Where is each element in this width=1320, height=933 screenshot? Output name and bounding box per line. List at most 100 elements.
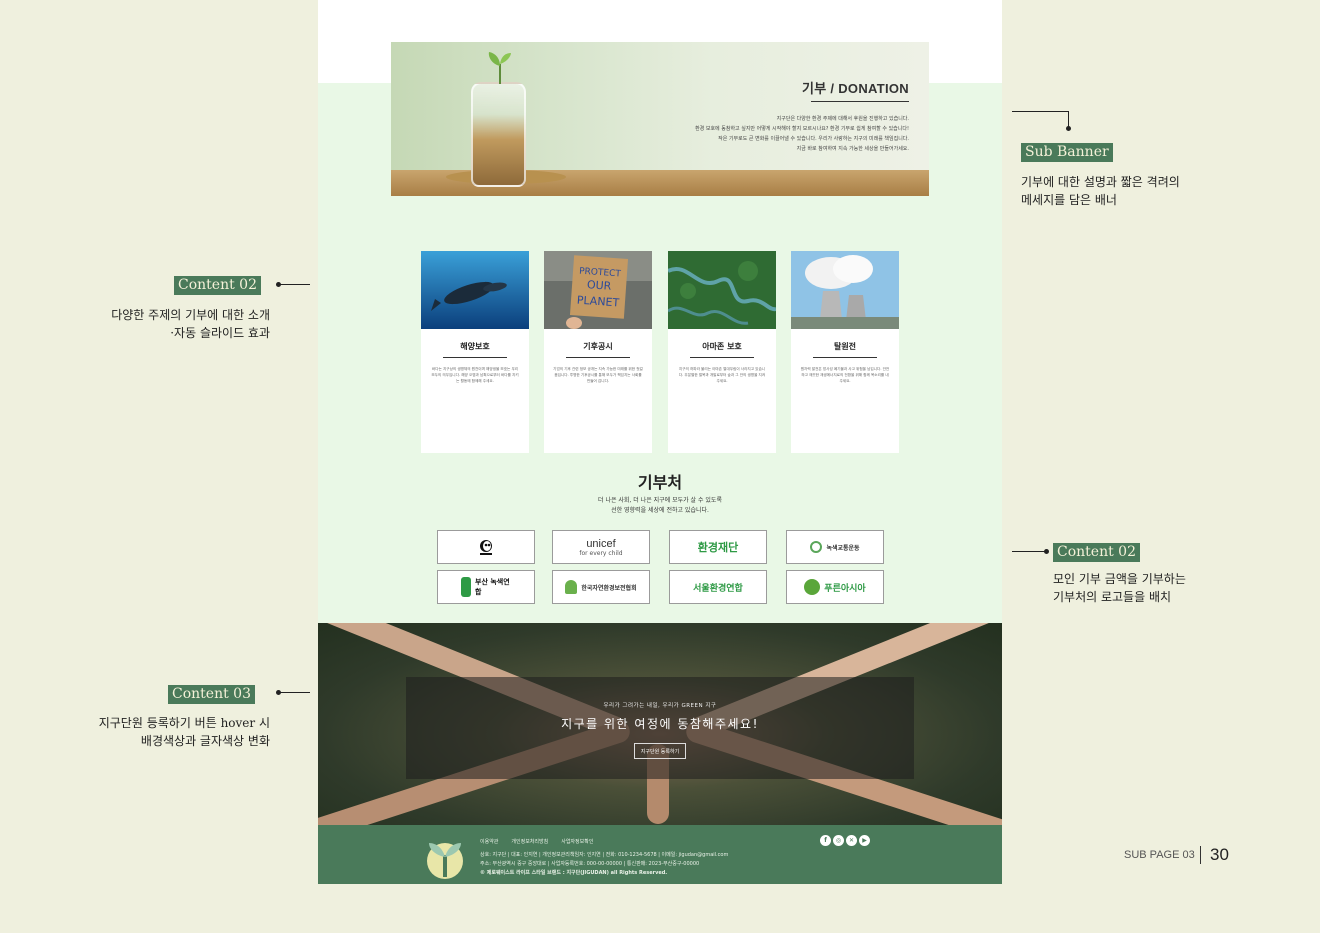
protest-sign-image: PROTECT OUR PLANET (544, 251, 652, 329)
card-text: 원자력 발전은 방사성 폐기물과 사고 위험을 남깁니다. 안전하고 깨끗한 재… (800, 367, 890, 383)
annotation-desc-line: 기부에 대한 설명과 짧은 격려의 (1021, 175, 1180, 189)
donor-logo-green-asia[interactable]: 푸른아시아 (786, 570, 884, 604)
page-number-divider (1200, 846, 1201, 864)
x-icon[interactable]: ✕ (846, 835, 857, 846)
banner-line: 지구단은 다양한 환경 주제에 대해서 후원을 진행하고 있습니다. (776, 116, 909, 122)
sub-banner: 기부 / DONATION 지구단은 다양한 환경 주제에 대해서 후원을 진행… (391, 42, 929, 196)
annotation-desc: 모인 기부 금액을 기부하는 기부처의 로고들을 배치 (1053, 570, 1283, 606)
sub-page-mockup: 기부 / DONATION 지구단은 다양한 환경 주제에 대해서 후원을 진행… (318, 0, 1002, 884)
annotation-desc-line: ·자동 슬라이드 효과 (170, 326, 270, 340)
donor-logo-knca[interactable]: 한국자연환경보전협회 (552, 570, 650, 604)
donor-logo-label: 서울환경연합 (693, 583, 743, 594)
annotation-tag: Content 02 (174, 276, 261, 295)
coin-jar-image (471, 82, 526, 187)
donation-topic-slider: 해양보호 바다는 지구상의 생명체의 원천이며 해양생물 보호는 우리 모두의 … (421, 251, 899, 453)
donor-logo-busan-green[interactable]: 부산 녹색연합 (437, 570, 535, 604)
register-member-button[interactable]: 지구단원 등록하기 (634, 743, 686, 759)
card-text: 바다는 지구상의 생명체의 원천이며 해양생물 보호는 우리 모두의 의무입니다… (431, 367, 519, 383)
donor-logo-sublabel: for every child (579, 549, 623, 557)
footer-info-line: 주소: 부산광역시 중구 중앙대로 | 사업자등록번호: 000-00-0000… (480, 861, 700, 867)
green-asia-icon (804, 579, 821, 595)
banner-divider (811, 101, 909, 102)
card-title: 해양보호 (460, 342, 490, 351)
power-plant-image (791, 251, 899, 329)
annotation-dot (1044, 549, 1049, 554)
annotation-desc-line: 지구단원 등록하기 버튼 hover 시 (98, 716, 270, 730)
annotation-desc: 다양한 주제의 기부에 대한 소개 ·자동 슬라이드 효과 (60, 306, 270, 342)
donors-title: 기부처 (637, 473, 683, 492)
sprout-icon (488, 52, 511, 84)
green-transport-icon (810, 541, 823, 553)
panda-icon (480, 540, 492, 555)
annotation-desc-line: 다양한 주제의 기부에 대한 소개 (111, 308, 270, 322)
join-title: 지구를 위한 여정에 동참해주세요! (561, 717, 759, 731)
donor-logo-label: 푸른아시아 (824, 583, 866, 594)
donor-logo-unicef[interactable]: unicef for every child (552, 530, 650, 564)
card-title: 아마존 보호 (702, 342, 742, 351)
banner-line: 환경 보호에 동참하고 싶지만 어떻게 시작해야 할지 모르시나요? 환경 기부… (695, 126, 909, 132)
annotation-connector (278, 692, 310, 693)
annotation-tag: Sub Banner (1021, 143, 1113, 162)
banner-title: 기부 / DONATION (801, 81, 909, 96)
instagram-icon[interactable]: ◎ (833, 835, 844, 846)
footer-copyright: © 제로웨이스트 라이프 스타일 브랜드 : 지구단(JIGUDAN) all … (480, 870, 668, 876)
donation-card-ocean[interactable]: 해양보호 바다는 지구상의 생명체의 원천이며 해양생물 보호는 우리 모두의 … (421, 251, 529, 453)
annotation-desc-line: 배경색상과 글자색상 변화 (140, 734, 270, 748)
donor-logo-label: 한국자연환경보전협회 (581, 584, 637, 592)
whale-image (421, 251, 529, 329)
banner-line: 지금 바로 참여하여 지속 가능한 세상을 만들어가세요. (796, 146, 909, 152)
annotation-connector (1012, 111, 1069, 112)
footer-link-terms[interactable]: 이용약관 (480, 838, 498, 845)
social-links: f ◎ ✕ ▶ (820, 835, 870, 846)
donor-logo-green-transport[interactable]: 녹색교통운동 (786, 530, 884, 564)
footer-info-line: 상호: 지구단 | 대표: 인지연 | 개인정보관리책임자: 인지연 | 전화:… (480, 852, 729, 858)
card-text: 지구의 허파라 불리는 아마존 열대우림이 사라지고 있습니다. 무분별한 벌목… (678, 367, 766, 383)
donors-desc-line: 더 나은 사회, 더 나은 지구에 모두가 살 수 있도록 (598, 497, 722, 504)
amazon-river-image (667, 251, 777, 329)
jigudan-logo-icon (427, 843, 463, 879)
annotation-desc-line: 모인 기부 금액을 기부하는 (1053, 572, 1186, 586)
banner-description: 지구단은 다양한 환경 주제에 대해서 후원을 진행하고 있습니다. 환경 보호… (649, 114, 909, 154)
annotation-tag: Content 02 (1053, 543, 1140, 562)
banner-line: 작은 기부로도 큰 변화를 이끌어낼 수 있습니다. 우리가 사랑하는 지구의 … (718, 136, 909, 142)
annotation-desc-line: 기부처의 로고들을 배치 (1053, 590, 1172, 604)
card-text: 기업의 기후 관련 정보 공개는 지속 가능한 미래를 위한 첫걸음입니다. 투… (553, 367, 643, 383)
donor-logo-wwf[interactable] (437, 530, 535, 564)
svg-text:OUR: OUR (587, 278, 613, 293)
knca-icon (565, 580, 578, 594)
annotation-dot (1066, 126, 1071, 131)
page-label: SUB PAGE 03 (1124, 849, 1195, 861)
donor-logo-label: 부산 녹색연합 (475, 578, 510, 596)
donors-description: 더 나은 사회, 더 나은 지구에 모두가 살 수 있도록 선한 영향력을 세상… (318, 496, 1002, 516)
footer-link-privacy[interactable]: 개인정보처리방침 (511, 838, 548, 845)
card-title: 기후공시 (583, 342, 613, 351)
donor-logo-label: 환경재단 (697, 541, 739, 554)
annotation-tag: Content 03 (168, 685, 255, 704)
donor-logo-grid: unicef for every child 환경재단 녹색교통운동 부산 녹색… (437, 530, 884, 604)
card-title: 탈원전 (833, 342, 857, 351)
donors-desc-line: 선한 영향력을 세상에 전하고 있습니다. (611, 507, 709, 514)
youtube-icon[interactable]: ▶ (859, 835, 870, 846)
annotation-desc: 지구단원 등록하기 버튼 hover 시 배경색상과 글자색상 변화 (40, 714, 270, 750)
donor-logo-seoul-kfem[interactable]: 서울환경연합 (669, 570, 767, 604)
donor-logo-label: unicef (586, 537, 616, 550)
site-footer: 이용약관 개인정보처리방침 사업자정보확인 상호: 지구단 | 대표: 인지연 … (318, 825, 1002, 884)
footer-links: 이용약관 개인정보처리방침 사업자정보확인 (480, 838, 593, 845)
facebook-icon[interactable]: f (820, 835, 831, 846)
annotation-desc-line: 메세지를 담은 배너 (1021, 193, 1117, 207)
footer-company-info: 상호: 지구단 | 대표: 인지연 | 개인정보관리책임자: 인지연 | 전화:… (480, 851, 728, 878)
busan-green-icon (461, 577, 471, 597)
annotation-desc: 기부에 대한 설명과 짧은 격려의 메세지를 담은 배너 (1021, 173, 1251, 209)
donation-card-amazon[interactable]: 아마존 보호 지구의 허파라 불리는 아마존 열대우림이 사라지고 있습니다. … (667, 251, 777, 453)
annotation-connector (1012, 551, 1046, 552)
join-subtitle: 우리가 그려가는 내일, 우리가 GREEN 지구 (603, 703, 717, 709)
annotation-connector (278, 284, 310, 285)
donation-card-climate[interactable]: PROTECT OUR PLANET 기후공시 기업의 기후 관련 정보 공개는… (544, 251, 652, 453)
page-number: 30 (1210, 845, 1229, 864)
join-overlay: 우리가 그려가는 내일, 우리가 GREEN 지구 지구를 위한 여정에 동참해… (406, 677, 914, 779)
join-section: 우리가 그려가는 내일, 우리가 GREEN 지구 지구를 위한 여정에 동참해… (318, 623, 1002, 825)
donation-card-nuclear[interactable]: 탈원전 원자력 발전은 방사성 폐기물과 사고 위험을 남깁니다. 안전하고 깨… (791, 251, 899, 453)
donor-logo-environment-foundation[interactable]: 환경재단 (669, 530, 767, 564)
donor-logo-label: 녹색교통운동 (826, 544, 860, 552)
footer-link-business-info[interactable]: 사업자정보확인 (561, 838, 593, 845)
